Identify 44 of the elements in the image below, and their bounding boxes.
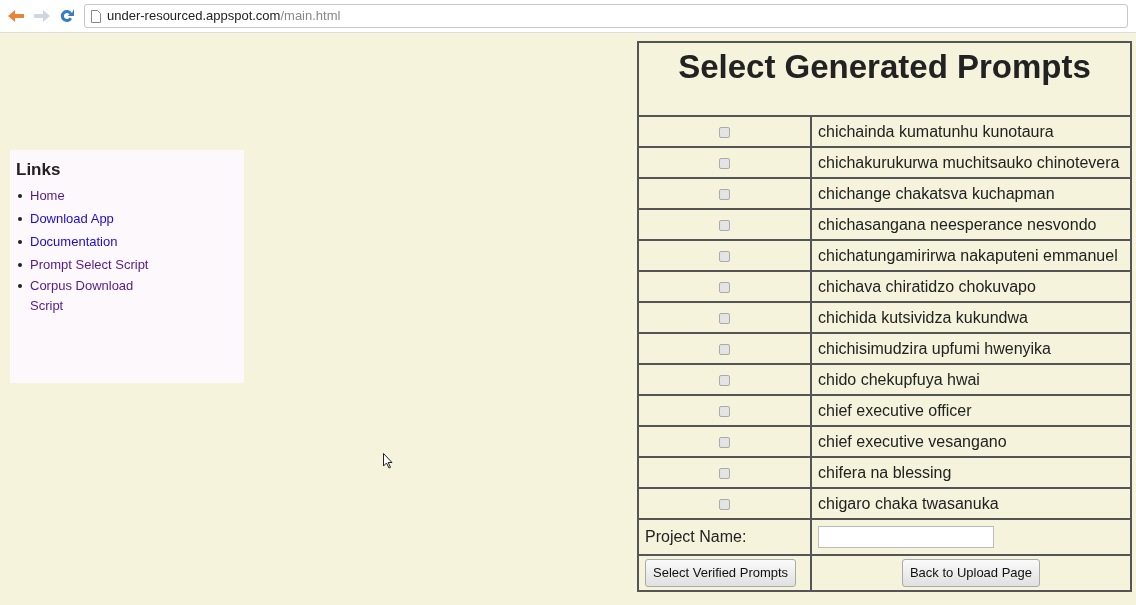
address-bar[interactable]: under-resourced.appspot.com/main.html <box>84 4 1128 28</box>
prompt-cell: chichakurukurwa muchitsauko chinotevera <box>811 147 1131 178</box>
field-label: Project Name: <box>638 519 811 555</box>
sidebar-link[interactable]: Download App <box>30 207 114 231</box>
checkbox[interactable] <box>719 219 730 231</box>
prompt-cell: chido chekupfuya hwai <box>811 364 1131 395</box>
prompt-cell: chichava chiratidzo chokuvapo <box>811 271 1131 302</box>
checkbox[interactable] <box>719 188 730 200</box>
reload-icon[interactable] <box>60 9 74 23</box>
checkbox[interactable] <box>719 467 730 479</box>
checkbox[interactable] <box>719 157 730 169</box>
checkbox[interactable] <box>719 405 730 417</box>
sidebar-link[interactable]: Documentation <box>30 230 118 254</box>
prompt-cell: chichange chakatsva kuchapman <box>811 178 1131 209</box>
project-name-field[interactable] <box>818 526 994 548</box>
prompt-cell: chifera na blessing <box>811 457 1131 488</box>
sidebar-link[interactable]: Corpus Download Script <box>30 276 142 317</box>
checkbox[interactable] <box>719 498 730 510</box>
forward-icon[interactable] <box>34 10 50 22</box>
mouse-pointer-icon <box>383 453 393 469</box>
checkbox[interactable] <box>719 343 730 355</box>
links-heading: Links <box>16 160 62 181</box>
sidebar-link[interactable]: Home <box>30 184 65 208</box>
checkbox[interactable] <box>719 281 730 293</box>
checkbox[interactable] <box>719 312 730 324</box>
back-icon[interactable] <box>8 10 24 22</box>
prompt-cell: chichatungamirirwa nakaputeni emmanuel <box>811 240 1131 271</box>
checkbox[interactable] <box>719 126 730 138</box>
checkbox[interactable] <box>719 374 730 386</box>
prompt-cell: chichisimudzira upfumi hwenyika <box>811 333 1131 364</box>
checkbox[interactable] <box>719 436 730 448</box>
back-button[interactable]: Back to Upload Page <box>901 559 1041 587</box>
prompt-cell: chichainda kumatunhu kunotaura <box>811 116 1131 147</box>
prompt-cell: chief executive vesangano <box>811 426 1131 457</box>
prompt-cell: chigaro chaka twasanuka <box>811 488 1131 519</box>
select-verified-button[interactable]: Select Verified Prompts <box>645 559 797 587</box>
checkbox[interactable] <box>719 250 730 262</box>
url-text: under-resourced.appspot.com/main.html <box>107 7 341 26</box>
page-title: Select Generated Prompts <box>677 47 1092 87</box>
prompt-cell: chief executive officer <box>811 395 1131 426</box>
page-icon <box>91 9 101 23</box>
sidebar-link[interactable]: Prompt Select Script <box>30 253 149 277</box>
prompt-cell: chichasangana neesperance nesvondo <box>811 209 1131 240</box>
prompt-cell: chichida kutsividza kukundwa <box>811 302 1131 333</box>
